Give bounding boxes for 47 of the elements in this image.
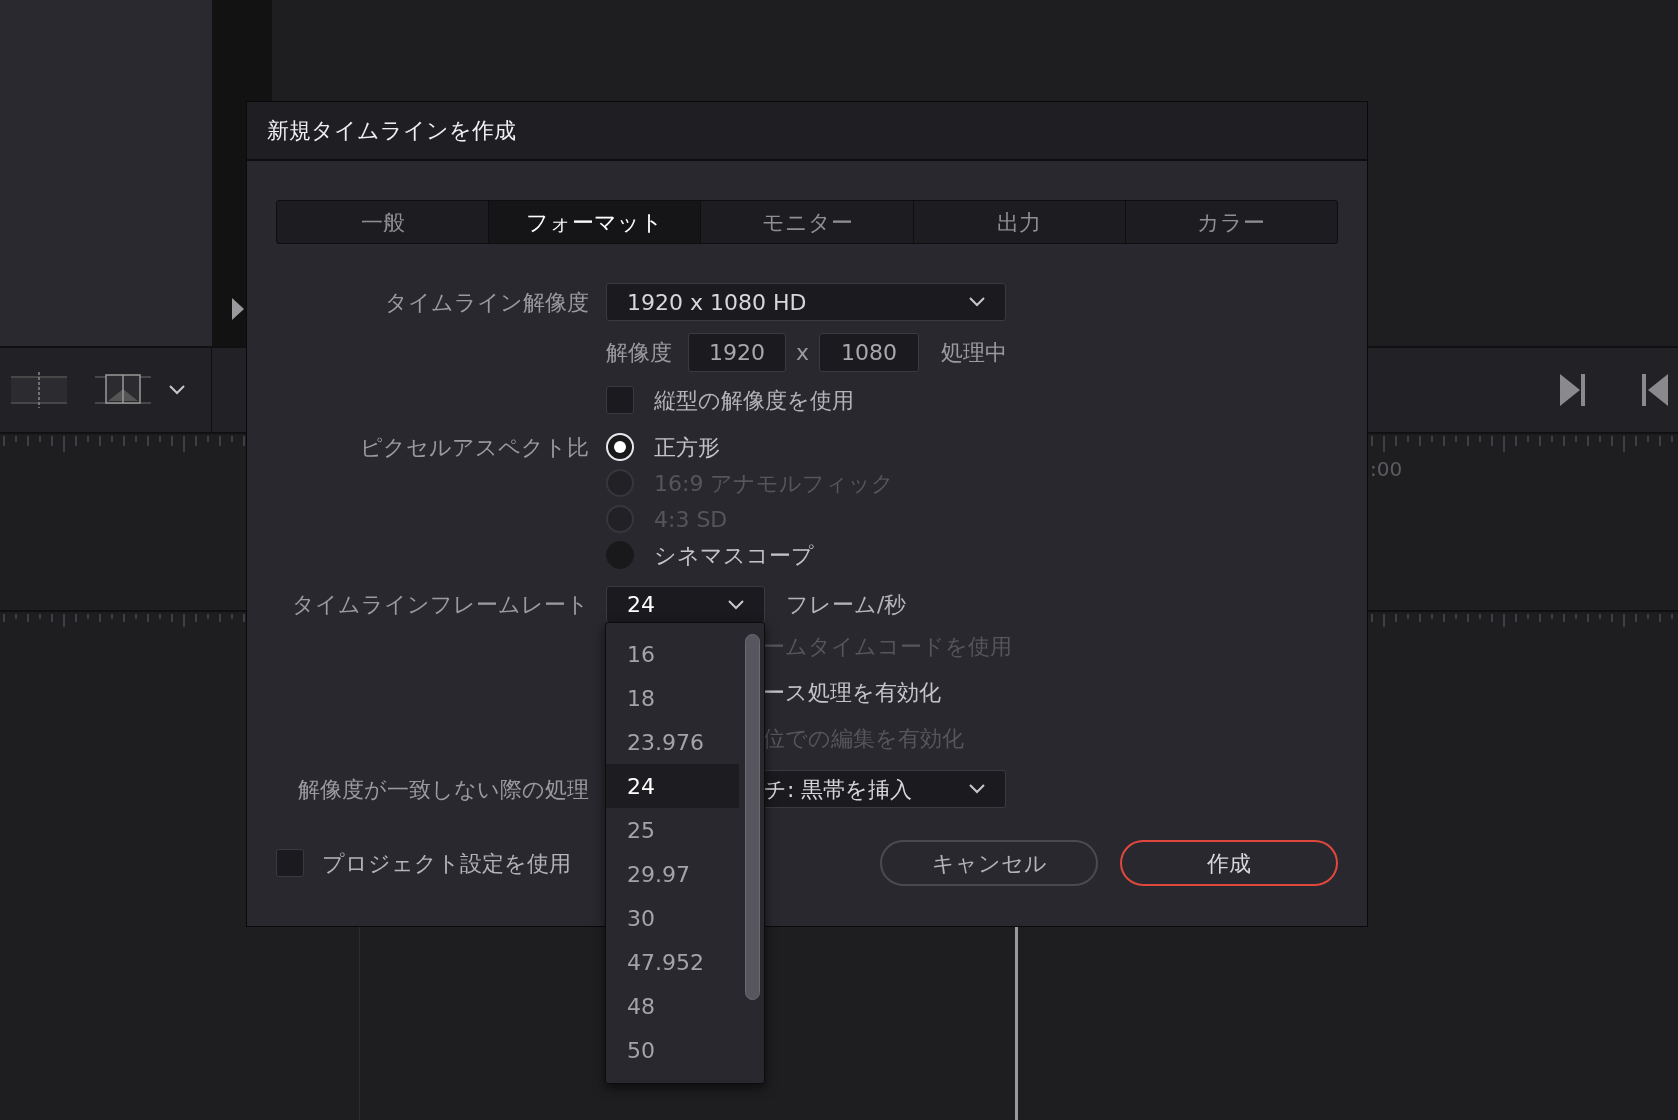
frame-rate-dropdown[interactable]: 24 <box>606 586 765 623</box>
field-label: タイムラインフレームレート <box>291 591 589 619</box>
width-field[interactable]: 1920 <box>688 333 786 372</box>
checkbox-label: プロジェクト設定を使用 <box>322 849 571 878</box>
cancel-button[interactable]: キャンセル <box>880 840 1098 886</box>
chevron-down-icon <box>969 784 985 794</box>
radio-label: 正方形 <box>654 433 720 462</box>
dialog-title: 新規タイムラインを作成 <box>267 117 516 145</box>
tab[interactable]: モニター <box>700 201 913 243</box>
resolution-dropdown[interactable]: 1920 x 1080 HD <box>606 283 1006 321</box>
menu-item[interactable]: 47.952 <box>606 940 739 984</box>
menu-item[interactable]: 24 <box>606 764 739 808</box>
field-label: 解像度 <box>606 339 672 367</box>
chevron-down-icon <box>728 599 744 610</box>
checkbox-label: 縦型の解像度を使用 <box>654 386 854 415</box>
chevron-down-icon <box>969 297 985 307</box>
tab[interactable]: 出力 <box>912 201 1125 243</box>
tab[interactable]: フォーマット <box>488 201 701 243</box>
skip-to-start-icon[interactable] <box>1642 374 1668 406</box>
menu-item[interactable]: 30 <box>606 896 739 940</box>
menu-item[interactable]: 18 <box>606 676 739 720</box>
chevron-down-icon <box>169 385 185 395</box>
tab[interactable]: カラー <box>1124 201 1337 243</box>
menu-item[interactable]: 50 <box>606 1028 739 1072</box>
option-label: ース処理を有効化 <box>763 678 941 707</box>
menu-item[interactable]: 23.976 <box>606 720 739 764</box>
menu-item[interactable]: 16 <box>606 632 739 676</box>
menu-item[interactable]: 25 <box>606 808 739 852</box>
checkbox[interactable] <box>276 849 304 877</box>
scrollbar[interactable] <box>745 634 760 1000</box>
checkbox[interactable] <box>606 386 634 414</box>
timecode-label: :00 <box>1370 457 1403 481</box>
field-label: 解像度が一致しない際の処理 <box>297 775 589 804</box>
separator-label: x <box>796 339 810 367</box>
skip-to-end-icon[interactable] <box>1560 374 1586 406</box>
menu-item[interactable]: 48 <box>606 984 739 1028</box>
split-clip-icon[interactable] <box>11 372 67 408</box>
processing-label: 処理中 <box>941 339 1008 367</box>
play-icon[interactable] <box>232 298 244 320</box>
unit-label: フレーム/秒 <box>786 591 907 619</box>
radio-label: シネマスコープ <box>654 541 814 570</box>
create-button[interactable]: 作成 <box>1120 840 1338 886</box>
field-label: タイムライン解像度 <box>384 288 589 317</box>
tab[interactable]: 一般 <box>277 201 489 243</box>
menu-item[interactable]: 29.97 <box>606 852 739 896</box>
height-field[interactable]: 1080 <box>819 333 920 372</box>
field-label: ピクセルアスペクト比 <box>360 433 589 462</box>
